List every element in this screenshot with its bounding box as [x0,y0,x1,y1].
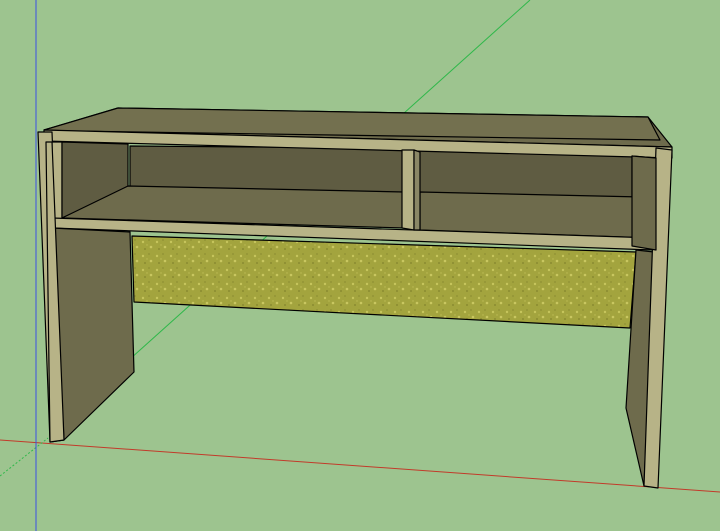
desk-model[interactable] [37,107,673,489]
shelf-divider[interactable] [401,149,415,231]
left-leg-inner-face[interactable] [51,227,135,441]
right-leg-upper-outer [631,155,657,251]
model-canvas[interactable] [0,0,720,531]
red-axis-line [0,439,720,493]
modesty-panel[interactable] [131,235,637,329]
sketchup-viewport[interactable] [0,0,720,531]
shelf-divider-side [413,149,421,231]
green-axis-dotted-line [0,437,49,477]
